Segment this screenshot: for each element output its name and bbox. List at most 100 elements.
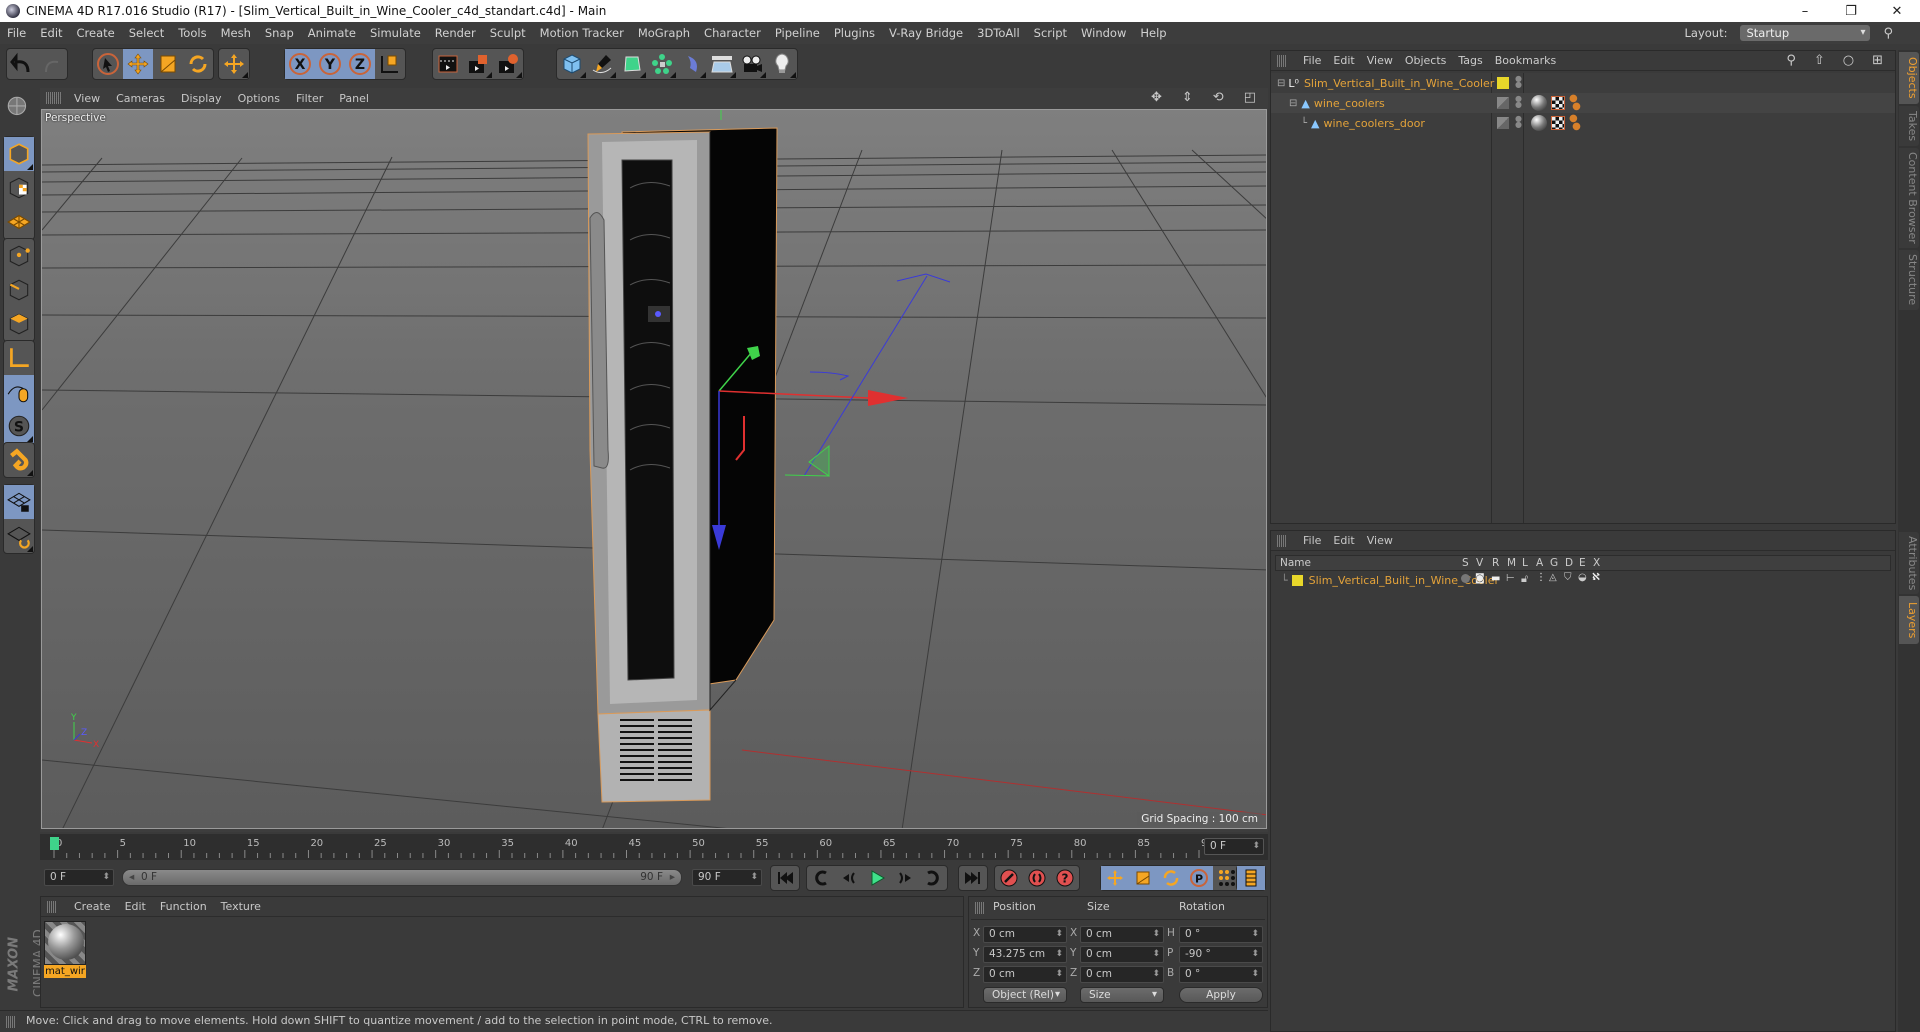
- phong-tag-icon[interactable]: ● ●: [1569, 94, 1581, 112]
- column-view[interactable]: V: [1476, 557, 1483, 569]
- pen-icon[interactable]: [587, 49, 617, 79]
- objects-menu-view[interactable]: View: [1361, 54, 1399, 67]
- zoom-icon[interactable]: ⇕: [1174, 90, 1201, 105]
- key-rotation-icon[interactable]: [1157, 866, 1185, 890]
- menu-select[interactable]: Select: [122, 26, 171, 40]
- viewport-menu-cameras[interactable]: Cameras: [108, 92, 173, 105]
- menu-file[interactable]: File: [0, 26, 33, 40]
- column-manager[interactable]: M: [1507, 557, 1516, 569]
- viewport-menu-filter[interactable]: Filter: [288, 92, 331, 105]
- go-to-start-icon[interactable]: [771, 866, 799, 890]
- objects-menu-file[interactable]: File: [1297, 54, 1327, 67]
- axis-mode-icon[interactable]: [4, 341, 34, 375]
- menu-mograph[interactable]: MoGraph: [631, 26, 697, 40]
- menu-tools[interactable]: Tools: [171, 26, 213, 40]
- layers-menu-view[interactable]: View: [1361, 534, 1399, 547]
- phong-tag-icon[interactable]: ● ●: [1569, 114, 1581, 132]
- objects-menu-objects[interactable]: Objects: [1399, 54, 1453, 67]
- layer-none-swatch[interactable]: [1497, 97, 1509, 109]
- panel-grip-icon[interactable]: [975, 902, 985, 914]
- uvw-tag-icon[interactable]: [1551, 116, 1565, 130]
- object-row[interactable]: └ ▲ wine_coolers_door ● ● ● ●: [1271, 113, 1895, 133]
- uvw-tag-icon[interactable]: [1551, 96, 1565, 110]
- timeline[interactable]: 051015202530354045505560657075808590 0 F: [40, 834, 1268, 860]
- object-row[interactable]: ⊟ ▲ wine_coolers ● ● ● ●: [1271, 93, 1895, 113]
- undo-icon[interactable]: [7, 49, 37, 79]
- prev-key-icon[interactable]: [807, 866, 835, 890]
- material-tag-icon[interactable]: [1531, 115, 1547, 131]
- column-name[interactable]: Name: [1280, 557, 1311, 569]
- edges-mode-icon[interactable]: [4, 273, 34, 307]
- move-icon[interactable]: [123, 49, 153, 79]
- maximize-button[interactable]: ❐: [1828, 0, 1874, 22]
- position-z-field[interactable]: 0 cm: [983, 966, 1067, 983]
- layout-dropdown[interactable]: Startup: [1740, 25, 1871, 41]
- size-y-field[interactable]: 0 cm: [1080, 946, 1164, 963]
- viewport-solo-icon[interactable]: [3, 90, 33, 124]
- home-icon[interactable]: ⇧: [1808, 53, 1831, 68]
- layer-row[interactable]: └ Slim_Vertical_Built_in_Wine_Cooler ◙ ▬…: [1275, 572, 1891, 588]
- close-button[interactable]: ✕: [1874, 0, 1920, 22]
- deformer-icon[interactable]: [677, 49, 707, 79]
- timeline-icon[interactable]: [1237, 866, 1265, 890]
- render-picture-viewer-icon[interactable]: [463, 49, 493, 79]
- menu-3dtoall[interactable]: 3DToAll: [970, 26, 1027, 40]
- layer-name[interactable]: Slim_Vertical_Built_in_Wine_Cooler: [1309, 574, 1499, 587]
- rotate-icon[interactable]: [183, 49, 213, 79]
- menu-sculpt[interactable]: Sculpt: [483, 26, 533, 40]
- move-icon[interactable]: [219, 49, 249, 79]
- material-menu-create[interactable]: Create: [67, 900, 118, 913]
- preview-range-slider[interactable]: ◂ 0 F 90 F ▸: [122, 869, 682, 886]
- viewport-menu-options[interactable]: Options: [230, 92, 288, 105]
- xrefs-toggle-icon[interactable]: ℵ: [1592, 572, 1600, 583]
- menu-window[interactable]: Window: [1074, 26, 1133, 40]
- column-expressions[interactable]: E: [1579, 557, 1586, 569]
- tab-objects[interactable]: Objects: [1899, 52, 1919, 104]
- step-back-icon[interactable]: [835, 866, 863, 890]
- 3d-viewport[interactable]: Y Z X Perspective Grid Spacing : 100 cm: [41, 109, 1267, 829]
- visibility-dots-icon[interactable]: ● ●: [1515, 95, 1522, 109]
- menu-plugins[interactable]: Plugins: [827, 26, 882, 40]
- menu-snap[interactable]: Snap: [258, 26, 301, 40]
- menu-character[interactable]: Character: [697, 26, 768, 40]
- column-solo[interactable]: S: [1462, 557, 1469, 569]
- play-icon[interactable]: [863, 866, 891, 890]
- layers-menu-edit[interactable]: Edit: [1327, 534, 1360, 547]
- deformers-toggle-icon[interactable]: ⛉: [1564, 572, 1572, 583]
- layer-color-swatch[interactable]: [1291, 574, 1303, 586]
- polygons-mode-icon[interactable]: [4, 307, 34, 341]
- render-toggle-icon[interactable]: ▬: [1491, 573, 1500, 584]
- render-settings-icon[interactable]: [493, 49, 523, 79]
- menu-vray-bridge[interactable]: V-Ray Bridge: [882, 26, 970, 40]
- filter-icon[interactable]: ○: [1837, 53, 1860, 68]
- panel-grip-icon[interactable]: [46, 92, 62, 104]
- subdivision-icon[interactable]: [617, 49, 647, 79]
- menu-create[interactable]: Create: [70, 26, 122, 40]
- objects-menu-bookmarks[interactable]: Bookmarks: [1489, 54, 1562, 67]
- solo-toggle-icon[interactable]: [1461, 574, 1470, 583]
- rotation-h-field[interactable]: 0 °: [1179, 926, 1263, 943]
- workplane-align-icon[interactable]: [4, 519, 34, 553]
- workplane-icon[interactable]: [4, 205, 34, 239]
- live-selection-icon[interactable]: [93, 49, 123, 79]
- coordinate-mode-dropdown[interactable]: Object (Rel): [983, 987, 1067, 1003]
- key-position-icon[interactable]: [1101, 866, 1129, 890]
- keyframe-selection-icon[interactable]: ?: [1051, 866, 1079, 890]
- floor-icon[interactable]: [707, 49, 737, 79]
- column-locked[interactable]: L: [1522, 557, 1528, 569]
- panel-grip-icon[interactable]: [47, 901, 57, 913]
- go-to-end-icon[interactable]: [959, 866, 987, 890]
- size-z-field[interactable]: 0 cm: [1080, 966, 1164, 983]
- position-y-field[interactable]: 43.275 cm: [983, 946, 1067, 963]
- menu-render[interactable]: Render: [428, 26, 483, 40]
- end-frame-field[interactable]: 90 F: [692, 869, 762, 886]
- collapse-icon[interactable]: ⊟: [1289, 98, 1297, 109]
- layers-menu-file[interactable]: File: [1297, 534, 1327, 547]
- auto-key-icon[interactable]: [1023, 866, 1051, 890]
- menu-help[interactable]: Help: [1133, 26, 1173, 40]
- world-coordinates-icon[interactable]: [375, 49, 405, 79]
- objects-menu-edit[interactable]: Edit: [1327, 54, 1360, 67]
- view-toggle-icon[interactable]: ◙: [1475, 573, 1485, 584]
- visibility-dots-icon[interactable]: ● ●: [1515, 75, 1522, 89]
- apply-button[interactable]: Apply: [1179, 987, 1263, 1003]
